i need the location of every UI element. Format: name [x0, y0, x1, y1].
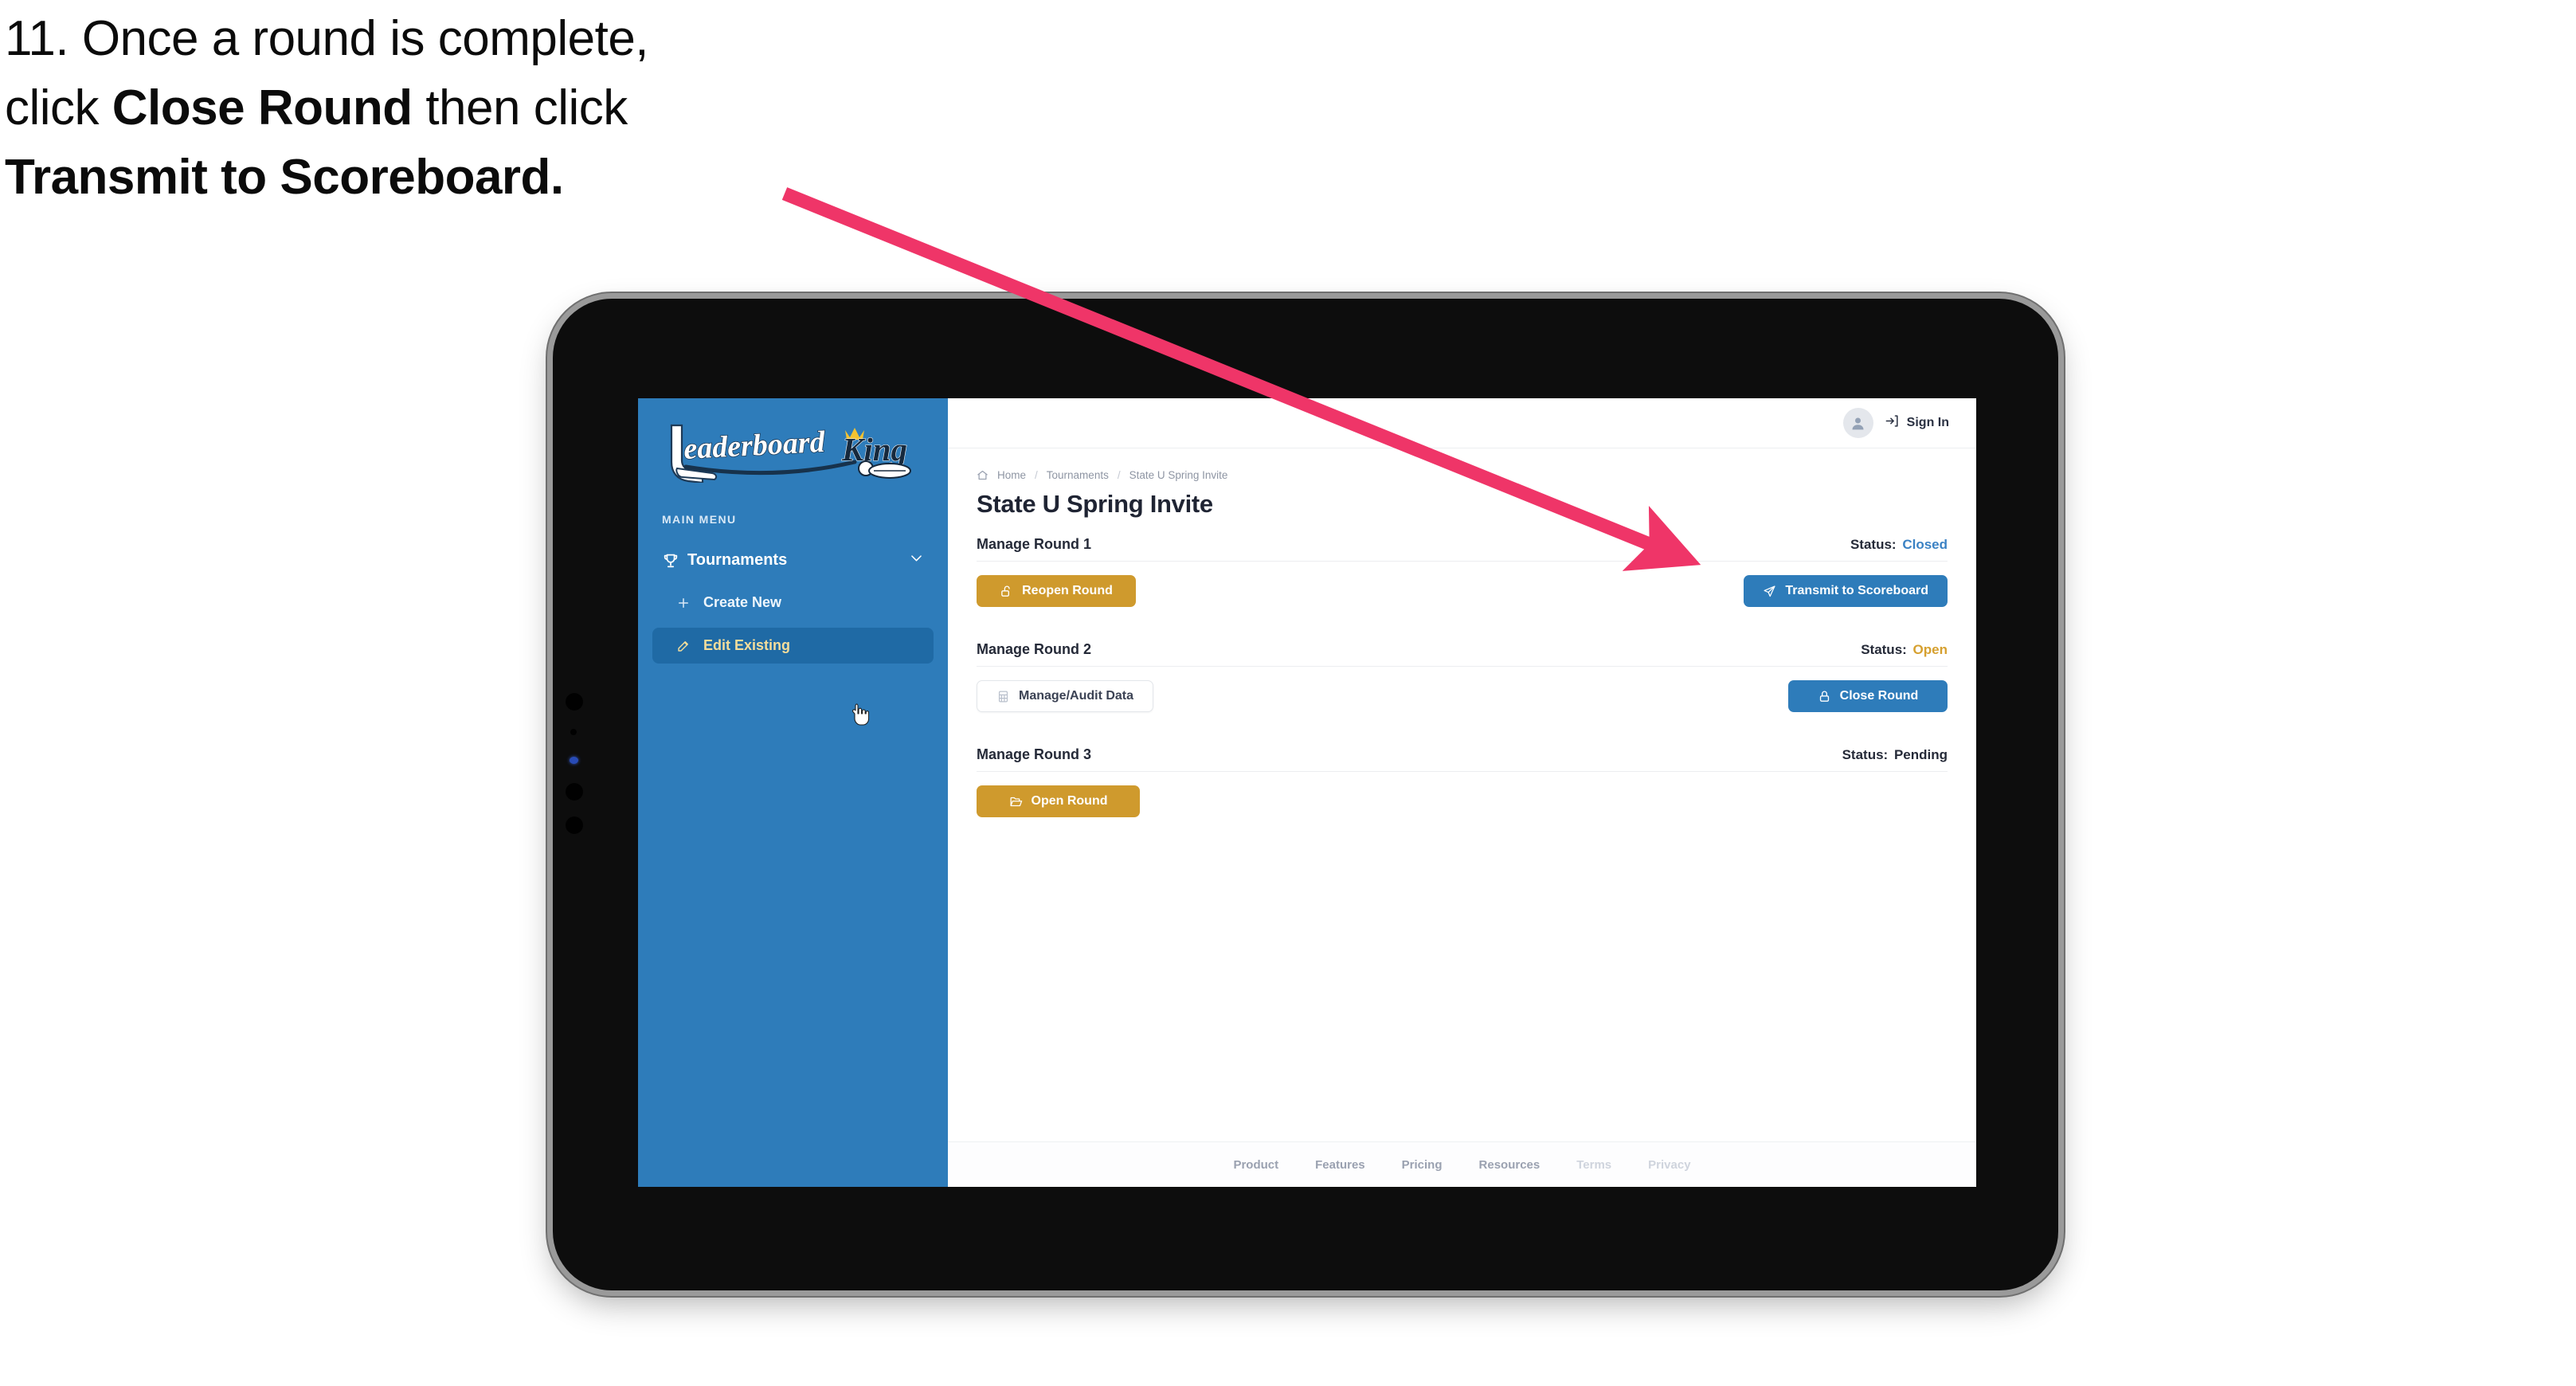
transmit-to-scoreboard-button[interactable]: Transmit to Scoreboard — [1744, 575, 1948, 607]
status-label: Status: — [1861, 642, 1907, 657]
table-grid-icon — [996, 690, 1010, 703]
plus-icon — [676, 596, 699, 610]
avatar[interactable] — [1842, 408, 1873, 438]
app-logo[interactable]: eaderboard King — [638, 398, 948, 486]
trophy-icon — [662, 552, 683, 570]
pointing-hand-cursor — [850, 703, 870, 730]
chevron-down-icon[interactable] — [909, 550, 924, 570]
caption-line-1: 11. Once a round is complete, — [5, 11, 649, 66]
manage-audit-data-button[interactable]: Manage/Audit Data — [977, 680, 1154, 712]
breadcrumb-separator: / — [1117, 469, 1121, 481]
folder-open-icon — [1009, 795, 1023, 808]
button-label: Open Round — [1031, 794, 1108, 808]
round-actions: Manage/Audit Data Close Round — [977, 678, 1948, 715]
round-actions: Reopen Round Transmit to Scoreboard — [977, 573, 1948, 609]
status-value: Pending — [1893, 747, 1948, 762]
svg-text:King: King — [841, 431, 907, 468]
round-section-1: Manage Round 1 Status: Closed Reopen Rou… — [977, 536, 1948, 609]
round-header: Manage Round 2 Status: Open — [977, 641, 1948, 667]
round-header: Manage Round 3 Status: Pending — [977, 746, 1948, 772]
round-title: Manage Round 2 — [977, 641, 1092, 657]
breadcrumb-item-home[interactable]: Home — [997, 469, 1026, 481]
sign-in-arrow-icon — [1885, 413, 1900, 433]
footer-link-features[interactable]: Features — [1315, 1158, 1365, 1172]
round-actions: Open Round — [977, 783, 1948, 820]
page-content: Home / Tournaments / State U Spring Invi… — [948, 448, 1976, 1141]
instruction-caption: 11. Once a round is complete, click Clos… — [5, 14, 945, 222]
button-label: Close Round — [1839, 689, 1919, 703]
button-label: Reopen Round — [1022, 584, 1113, 597]
bezel-button-dot-2 — [566, 816, 583, 834]
round-header: Manage Round 1 Status: Closed — [977, 536, 1948, 562]
svg-text:eaderboard: eaderboard — [683, 425, 826, 466]
top-bar: Sign In — [948, 398, 1976, 448]
bezel-button-dot-1 — [566, 783, 583, 801]
sidebar-section-title: MAIN MENU — [662, 513, 737, 526]
sidebar-item-label: Tournaments — [687, 551, 788, 569]
footer: Product Features Pricing Resources Terms… — [948, 1141, 1976, 1187]
footer-link-terms[interactable]: Terms — [1576, 1158, 1611, 1172]
tablet-screen: eaderboard King MAIN MENU Tournaments Cr… — [638, 398, 1976, 1187]
round-title: Manage Round 3 — [977, 746, 1092, 762]
tablet-device: eaderboard King MAIN MENU Tournaments Cr… — [553, 299, 2058, 1290]
sidebar-item-create-new[interactable]: Create New — [652, 585, 934, 621]
unlock-icon — [1000, 585, 1013, 598]
sign-in-label: Sign In — [1906, 416, 1949, 429]
leaderboard-king-logo-icon: eaderboard King — [670, 424, 911, 483]
reopen-round-button[interactable]: Reopen Round — [977, 575, 1136, 607]
main-area: Sign In Home / Tournaments / State U Spr… — [948, 398, 1976, 1187]
lock-icon — [1818, 690, 1831, 703]
status-label: Status: — [1842, 747, 1889, 762]
bezel-led-indicator — [570, 757, 578, 764]
page-title: State U Spring Invite — [977, 490, 1213, 518]
footer-link-privacy[interactable]: Privacy — [1648, 1158, 1690, 1172]
round-section-3: Manage Round 3 Status: Pending Open Roun… — [977, 746, 1948, 820]
sign-in-button[interactable]: Sign In — [1885, 413, 1949, 433]
user-avatar-icon — [1852, 417, 1864, 429]
sidebar-item-label: Create New — [703, 594, 782, 610]
open-round-button[interactable]: Open Round — [977, 785, 1140, 817]
close-round-button[interactable]: Close Round — [1788, 680, 1948, 712]
status-badge: Status: Closed — [1850, 537, 1948, 553]
breadcrumb-item-current: State U Spring Invite — [1129, 469, 1228, 481]
bezel-speaker-dot — [566, 693, 583, 711]
round-title: Manage Round 1 — [977, 536, 1092, 552]
sidebar-item-label: Edit Existing — [703, 637, 791, 653]
footer-link-resources[interactable]: Resources — [1479, 1158, 1541, 1172]
button-label: Manage/Audit Data — [1019, 689, 1134, 703]
footer-link-product[interactable]: Product — [1233, 1158, 1278, 1172]
sidebar-item-edit-existing[interactable]: Edit Existing — [652, 628, 934, 664]
status-badge: Status: Open — [1861, 642, 1948, 658]
status-value: Open — [1912, 642, 1948, 657]
pencil-square-icon — [676, 639, 699, 653]
status-value: Closed — [1902, 537, 1948, 552]
status-label: Status: — [1850, 537, 1897, 552]
breadcrumb-separator: / — [1035, 469, 1038, 481]
bezel-mic-dot — [570, 729, 577, 735]
round-section-2: Manage Round 2 Status: Open Manage/Audit… — [977, 641, 1948, 715]
sidebar-item-tournaments[interactable]: Tournaments — [652, 543, 934, 578]
sidebar: eaderboard King MAIN MENU Tournaments Cr… — [638, 398, 948, 1187]
footer-link-pricing[interactable]: Pricing — [1402, 1158, 1443, 1172]
caption-line-3: Transmit to Scoreboard. — [5, 150, 564, 205]
breadcrumb: Home / Tournaments / State U Spring Invi… — [977, 469, 1948, 481]
breadcrumb-item-tournaments[interactable]: Tournaments — [1047, 469, 1109, 481]
caption-line-2: click Close Round then click — [5, 80, 628, 135]
paper-plane-icon — [1763, 585, 1776, 598]
button-label: Transmit to Scoreboard — [1785, 584, 1928, 597]
home-icon[interactable] — [977, 469, 989, 481]
status-badge: Status: Pending — [1842, 747, 1948, 763]
